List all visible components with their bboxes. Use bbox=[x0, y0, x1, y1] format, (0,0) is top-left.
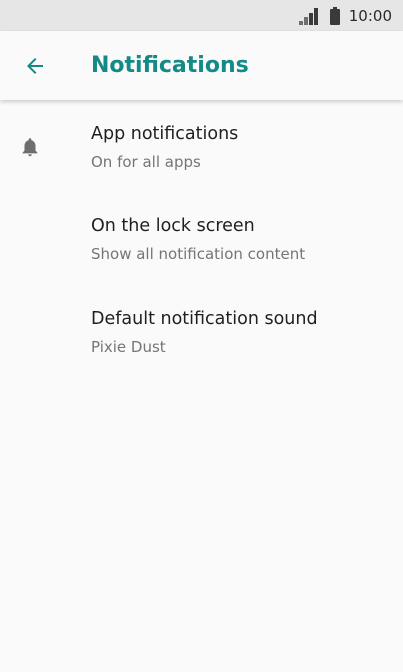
setting-summary: Pixie Dust bbox=[91, 338, 166, 356]
status-icons: 10:00 bbox=[298, 0, 392, 31]
page-title: Notifications bbox=[91, 53, 249, 78]
signal-icon bbox=[298, 7, 321, 25]
back-button[interactable] bbox=[16, 47, 54, 85]
app-bar: Notifications bbox=[0, 31, 403, 100]
status-clock: 10:00 bbox=[348, 6, 392, 25]
setting-title: On the lock screen bbox=[91, 216, 255, 236]
battery-icon bbox=[329, 6, 340, 25]
setting-title: App notifications bbox=[91, 124, 239, 144]
setting-title: Default notification sound bbox=[91, 309, 318, 329]
status-bar: 10:00 bbox=[0, 0, 403, 31]
setting-summary: On for all apps bbox=[91, 153, 201, 171]
arrow-left-icon bbox=[27, 58, 43, 74]
setting-lock-screen[interactable]: On the lock screen Show all notification… bbox=[0, 194, 403, 286]
setting-app-notifications[interactable]: App notifications On for all apps bbox=[0, 102, 403, 194]
setting-default-sound[interactable]: Default notification sound Pixie Dust bbox=[0, 287, 403, 379]
setting-summary: Show all notification content bbox=[91, 245, 306, 263]
